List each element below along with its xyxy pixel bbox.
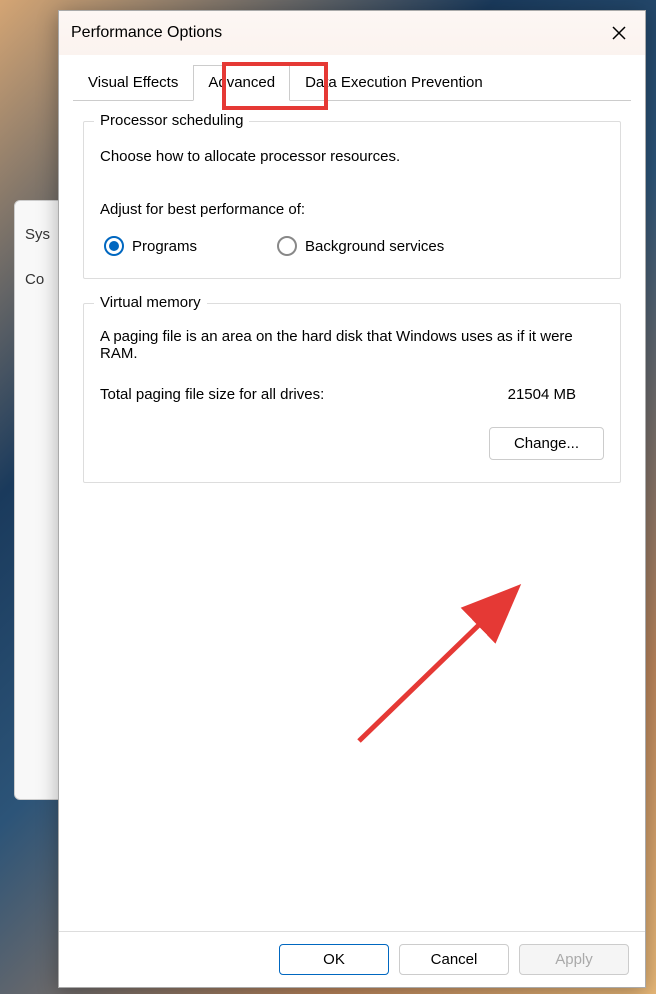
cancel-button[interactable]: Cancel (399, 944, 509, 975)
radio-icon (104, 236, 124, 256)
dialog-title: Performance Options (71, 24, 222, 42)
radio-icon (277, 236, 297, 256)
bg-text-co: Co (25, 271, 44, 288)
vm-total-row: Total paging file size for all drives: 2… (100, 386, 604, 403)
vm-total-label: Total paging file size for all drives: (100, 386, 324, 403)
processor-group-title: Processor scheduling (94, 112, 249, 129)
radio-row: Programs Background services (100, 236, 604, 256)
annotation-arrow-icon (329, 571, 539, 771)
ok-button[interactable]: OK (279, 944, 389, 975)
background-window: Sys Co (14, 200, 62, 800)
vm-group-title: Virtual memory (94, 294, 207, 311)
bg-text-sys: Sys (25, 226, 50, 243)
apply-button: Apply (519, 944, 629, 975)
performance-options-dialog: Performance Options Visual Effects Advan… (58, 10, 646, 988)
vm-desc: A paging file is an area on the hard dis… (100, 328, 604, 362)
vm-total-value: 21504 MB (508, 386, 576, 403)
close-icon (612, 26, 626, 40)
radio-background-services[interactable]: Background services (277, 236, 444, 256)
radio-programs-label: Programs (132, 238, 197, 255)
change-row: Change... (100, 427, 604, 460)
processor-scheduling-group: Processor scheduling Choose how to alloc… (83, 121, 621, 279)
close-button[interactable] (607, 21, 631, 45)
title-bar: Performance Options (59, 11, 645, 55)
button-bar: OK Cancel Apply (59, 931, 645, 987)
processor-adjust-label: Adjust for best performance of: (100, 201, 604, 218)
change-button[interactable]: Change... (489, 427, 604, 460)
virtual-memory-group: Virtual memory A paging file is an area … (83, 303, 621, 483)
tab-area: Visual Effects Advanced Data Execution P… (59, 55, 645, 101)
processor-desc: Choose how to allocate processor resourc… (100, 148, 604, 165)
radio-programs[interactable]: Programs (104, 236, 197, 256)
radio-background-label: Background services (305, 238, 444, 255)
tab-advanced[interactable]: Advanced (193, 65, 290, 101)
tab-visual-effects[interactable]: Visual Effects (73, 65, 193, 100)
tab-content: Processor scheduling Choose how to alloc… (59, 101, 645, 931)
tab-dep[interactable]: Data Execution Prevention (290, 65, 498, 100)
tabs: Visual Effects Advanced Data Execution P… (73, 65, 631, 101)
